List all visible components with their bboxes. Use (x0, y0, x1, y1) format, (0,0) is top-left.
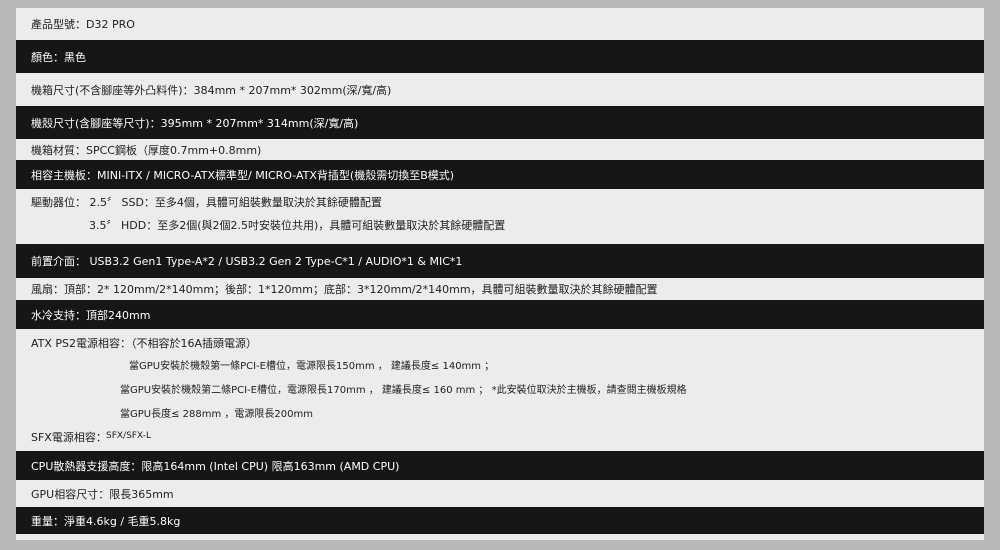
spec-row-color: 顏色：黑色 (16, 40, 984, 73)
spec-row-drive-bays: 驅動器位： 2.5〞 SSD：至多4個，具體可組裝數量取決於其餘硬體配置 3.5… (16, 189, 984, 244)
spec-row-weight: 重量：淨重4.6kg / 毛重5.8kg (16, 507, 984, 534)
color-text: 顏色：黑色 (31, 50, 86, 64)
drive-bays-line-2: 3.5〞 HDD：至多2個(與2個2.5吋安裝位共用)，具體可組裝數量取決於其餘… (89, 219, 506, 232)
spec-row-gpu: GPU相容尺寸：限長365mm (16, 480, 984, 507)
spec-row-psu: ATX PS2電源相容：（不相容於16A插頭電源） 當GPU安裝於機殼第一條PC… (16, 329, 984, 451)
fans-text: 風扇：頂部：2* 120mm/2*140mm；後部：1*120mm；底部：3*1… (31, 283, 658, 296)
spec-row-case-size-excl: 機箱尺寸(不含腳座等外凸料件)：384mm * 207mm* 302mm(深/寬… (16, 73, 984, 106)
sfx-psu-label: SFX電源相容： (31, 431, 107, 444)
case-size-incl-text: 機殼尺寸(含腳座等尺寸)：395mm * 207mm* 314mm(深/寬/高) (31, 116, 359, 130)
case-size-excl-text: 機箱尺寸(不含腳座等外凸料件)：384mm * 207mm* 302mm(深/寬… (31, 83, 392, 97)
spec-row-case-size-incl: 機殼尺寸(含腳座等尺寸)：395mm * 207mm* 314mm(深/寬/高) (16, 106, 984, 139)
motherboard-text: 相容主機板：MINI-ITX / MICRO-ATX標準型/ MICRO-ATX… (31, 168, 455, 182)
spec-row-model: 產品型號：D32 PRO (16, 8, 984, 40)
weight-text: 重量：淨重4.6kg / 毛重5.8kg (31, 514, 181, 528)
atx-psu-line-1: 當GPU安裝於機殼第一條PCI-E槽位，電源限長150mm ， 建議長度≤ 14… (129, 361, 495, 372)
spec-sheet: 產品型號：D32 PRO 顏色：黑色 機箱尺寸(不含腳座等外凸料件)：384mm… (16, 8, 984, 540)
atx-psu-line-3: 當GPU長度≤ 288mm ，電源限長200mm (120, 409, 313, 420)
water-cooling-text: 水冷支持：頂部240mm (31, 308, 151, 322)
model-text: 產品型號：D32 PRO (31, 18, 135, 31)
spec-row-fans: 風扇：頂部：2* 120mm/2*140mm；後部：1*120mm；底部：3*1… (16, 278, 984, 300)
drive-bays-line-1: 驅動器位： 2.5〞 SSD：至多4個，具體可組裝數量取決於其餘硬體配置 (31, 196, 382, 209)
spec-row-material: 機箱材質：SPCC鋼板（厚度0.7mm+0.8mm) (16, 139, 984, 160)
atx-psu-text: ATX PS2電源相容：（不相容於16A插頭電源） (31, 337, 258, 350)
cpu-cooler-text: CPU散熱器支援高度：限高164mm (Intel CPU) 限高163mm (… (31, 459, 400, 473)
material-text: 機箱材質：SPCC鋼板（厚度0.7mm+0.8mm) (31, 143, 262, 157)
spec-row-motherboard: 相容主機板：MINI-ITX / MICRO-ATX標準型/ MICRO-ATX… (16, 160, 984, 189)
spec-row-front-io: 前置介面： USB3.2 Gen1 Type-A*2 / USB3.2 Gen … (16, 244, 984, 278)
spec-row-cpu-cooler: CPU散熱器支援高度：限高164mm (Intel CPU) 限高163mm (… (16, 451, 984, 480)
atx-psu-line-2: 當GPU安裝於機殼第二條PCI-E槽位，電源限長170mm ， 建議長度≤ 16… (120, 385, 687, 396)
spec-row-water-cooling: 水冷支持：頂部240mm (16, 300, 984, 329)
gpu-text: GPU相容尺寸：限長365mm (31, 487, 174, 501)
front-io-text: 前置介面： USB3.2 Gen1 Type-A*2 / USB3.2 Gen … (31, 255, 463, 268)
sfx-psu-value: SFX/SFX-L (106, 431, 151, 441)
